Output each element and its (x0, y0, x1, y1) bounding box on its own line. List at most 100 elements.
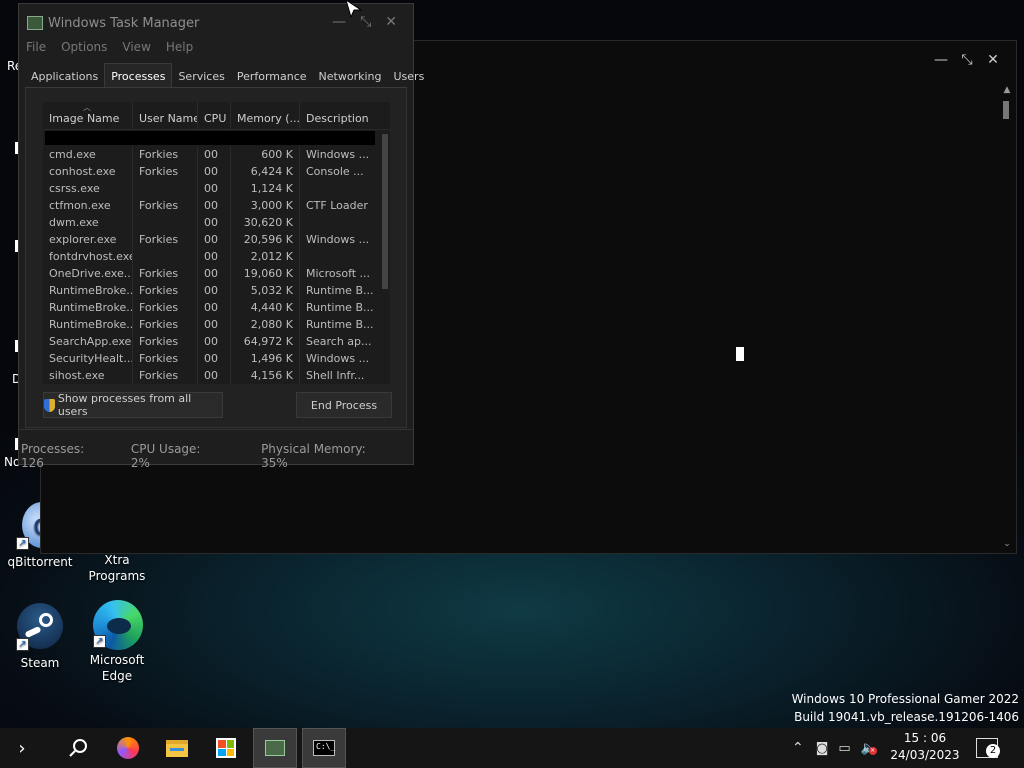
taskbar-command-prompt[interactable]: C:\_ (302, 728, 346, 768)
cell-name: sihost.exe (43, 367, 133, 384)
console-title-bar[interactable]: — ⤡ ✕ (928, 41, 1016, 79)
cell-mem: 20,596 K (231, 231, 300, 248)
cell-mem: 1,496 K (231, 350, 300, 367)
console-scrollbar[interactable]: ▲ ⌄ (1000, 85, 1014, 551)
maximize-icon[interactable]: ⤡ (954, 41, 980, 79)
chevron-up-icon[interactable]: ▲ (1000, 85, 1014, 97)
minimize-icon[interactable]: — (928, 41, 954, 79)
cell-cpu: 00 (198, 367, 231, 384)
table-row[interactable]: dwm.exe 00 30,620 K (43, 214, 390, 231)
menu-options[interactable]: Options (61, 40, 107, 54)
process-list[interactable]: ︿ Image Name User Name CPU Memory (... D… (43, 102, 390, 384)
menu-view[interactable]: View (122, 40, 150, 54)
clock-date: 24/03/2023 (890, 748, 960, 762)
task-manager-window[interactable]: Windows Task Manager — ⤡ ✕ File Options … (18, 3, 424, 470)
column-description[interactable]: Description (300, 102, 390, 129)
cell-cpu: 00 (198, 180, 231, 197)
cell-cpu: 00 (198, 282, 231, 299)
cell-user: Forkies (133, 316, 198, 333)
window-title: Windows Task Manager (48, 16, 200, 31)
cell-name: RuntimeBroke... (43, 316, 133, 333)
show-all-processes-button[interactable]: Show processes from all users (43, 392, 223, 418)
close-icon[interactable]: ✕ (980, 41, 1006, 79)
selected-row[interactable] (45, 131, 375, 145)
desktop-icon-steam[interactable]: ↗ Steam (0, 603, 80, 671)
cell-user: Forkies (133, 163, 198, 180)
table-row[interactable]: OneDrive.exe... Forkies 00 19,060 K Microsof… (43, 265, 390, 282)
table-row[interactable]: RuntimeBroke... Forkies 00 5,032 K Runtime B… (43, 282, 390, 299)
taskbar-file-explorer[interactable] (155, 728, 199, 768)
tab-performance[interactable]: Performance (231, 66, 313, 87)
cell-cpu: 00 (198, 299, 231, 316)
watermark-line: Windows 10 Professional Gamer 2022 (791, 692, 1019, 706)
process-rows: cmd.exe Forkies 00 600 K Windows ... conhost.… (43, 146, 390, 384)
taskbar-store[interactable] (204, 728, 248, 768)
chevron-up-icon[interactable]: ⌃ (792, 740, 804, 756)
cell-cpu: 00 (198, 350, 231, 367)
store-icon (216, 738, 236, 758)
end-process-button[interactable]: End Process (296, 392, 392, 418)
cell-user (133, 214, 198, 231)
cell-user: Forkies (133, 299, 198, 316)
taskbar-firefox[interactable] (106, 728, 150, 768)
scroll-thumb[interactable] (1003, 101, 1009, 119)
process-list-header: ︿ Image Name User Name CPU Memory (... D… (43, 102, 390, 130)
volume-muted-icon[interactable]: 🔈× (861, 741, 877, 756)
sort-ascending-icon: ︿ (83, 103, 91, 112)
tab-services[interactable]: Services (172, 66, 230, 87)
column-user-name[interactable]: User Name (133, 102, 198, 129)
taskbar-clock[interactable]: 15 : 06 24/03/2023 (880, 730, 970, 764)
tab-networking[interactable]: Networking (313, 66, 388, 87)
table-row[interactable]: explorer.exe Forkies 00 20,596 K Windows ... (43, 231, 390, 248)
cell-mem: 64,972 K (231, 333, 300, 350)
column-memory[interactable]: Memory (... (231, 102, 300, 129)
table-row[interactable]: cmd.exe Forkies 00 600 K Windows ... (43, 146, 390, 163)
system-tray: ⌃ ◙ ▭ 🔈× (792, 728, 877, 768)
cell-name: conhost.exe (43, 163, 133, 180)
minimize-icon[interactable]: — (332, 14, 346, 30)
scroll-thumb[interactable] (382, 134, 388, 289)
tab-users[interactable]: Users (388, 66, 431, 87)
process-list-scrollbar[interactable] (380, 132, 390, 384)
taskbar-task-manager[interactable] (253, 728, 297, 768)
desktop-icon-label: Microsoft Edge (89, 653, 145, 683)
cell-user: Forkies (133, 350, 198, 367)
desktop-icon-edge[interactable]: ↗ Microsoft Edge (77, 600, 157, 684)
network-icon[interactable]: ▭ (838, 741, 850, 756)
cell-name: OneDrive.exe... (43, 265, 133, 282)
chevron-down-icon[interactable]: ⌄ (1000, 539, 1014, 551)
button-label: Show processes from all users (57, 392, 192, 418)
table-row[interactable]: fontdrvhost.exe 00 2,012 K (43, 248, 390, 265)
meet-now-icon[interactable]: ◙ (816, 741, 829, 756)
tab-processes[interactable]: Processes (104, 63, 173, 87)
table-row[interactable]: RuntimeBroke... Forkies 00 2,080 K Runtime B… (43, 316, 390, 333)
table-row[interactable]: SecurityHealt... Forkies 00 1,496 K Windows … (43, 350, 390, 367)
table-row[interactable]: ctfmon.exe Forkies 00 3,000 K CTF Loader (43, 197, 390, 214)
cell-name: RuntimeBroke... (43, 299, 133, 316)
cell-user (133, 248, 198, 265)
cell-mem: 6,424 K (231, 163, 300, 180)
cell-mem: 19,060 K (231, 265, 300, 282)
table-row[interactable]: RuntimeBroke... Forkies 00 4,440 K Runtime B… (43, 299, 390, 316)
search-button[interactable] (56, 728, 100, 768)
menu-help[interactable]: Help (166, 40, 193, 54)
cell-mem: 2,012 K (231, 248, 300, 265)
close-icon[interactable]: ✕ (385, 14, 397, 30)
cell-user: Forkies (133, 367, 198, 384)
table-row[interactable]: csrss.exe 00 1,124 K (43, 180, 390, 197)
cell-name: ctfmon.exe (43, 197, 133, 214)
cell-desc: Windows ... (306, 352, 370, 365)
table-row[interactable]: sihost.exe Forkies 00 4,156 K Shell Infr... (43, 367, 390, 384)
start-button[interactable]: › (0, 728, 44, 768)
desktop-icon-label: Xtra Programs (88, 553, 146, 583)
column-cpu[interactable]: CPU (198, 102, 231, 129)
menu-file[interactable]: File (26, 40, 46, 54)
table-row[interactable]: conhost.exe Forkies 00 6,424 K Console ... (43, 163, 390, 180)
desktop-icon-xtra-programs[interactable]: Xtra Programs (77, 552, 157, 584)
cell-mem: 4,440 K (231, 299, 300, 316)
menu-bar: File Options View Help (26, 40, 193, 54)
cell-name: cmd.exe (43, 146, 133, 163)
cell-desc: Console ... (306, 165, 364, 178)
tab-applications[interactable]: Applications (25, 66, 104, 87)
table-row[interactable]: SearchApp.exe Forkies 00 64,972 K Search ap.… (43, 333, 390, 350)
